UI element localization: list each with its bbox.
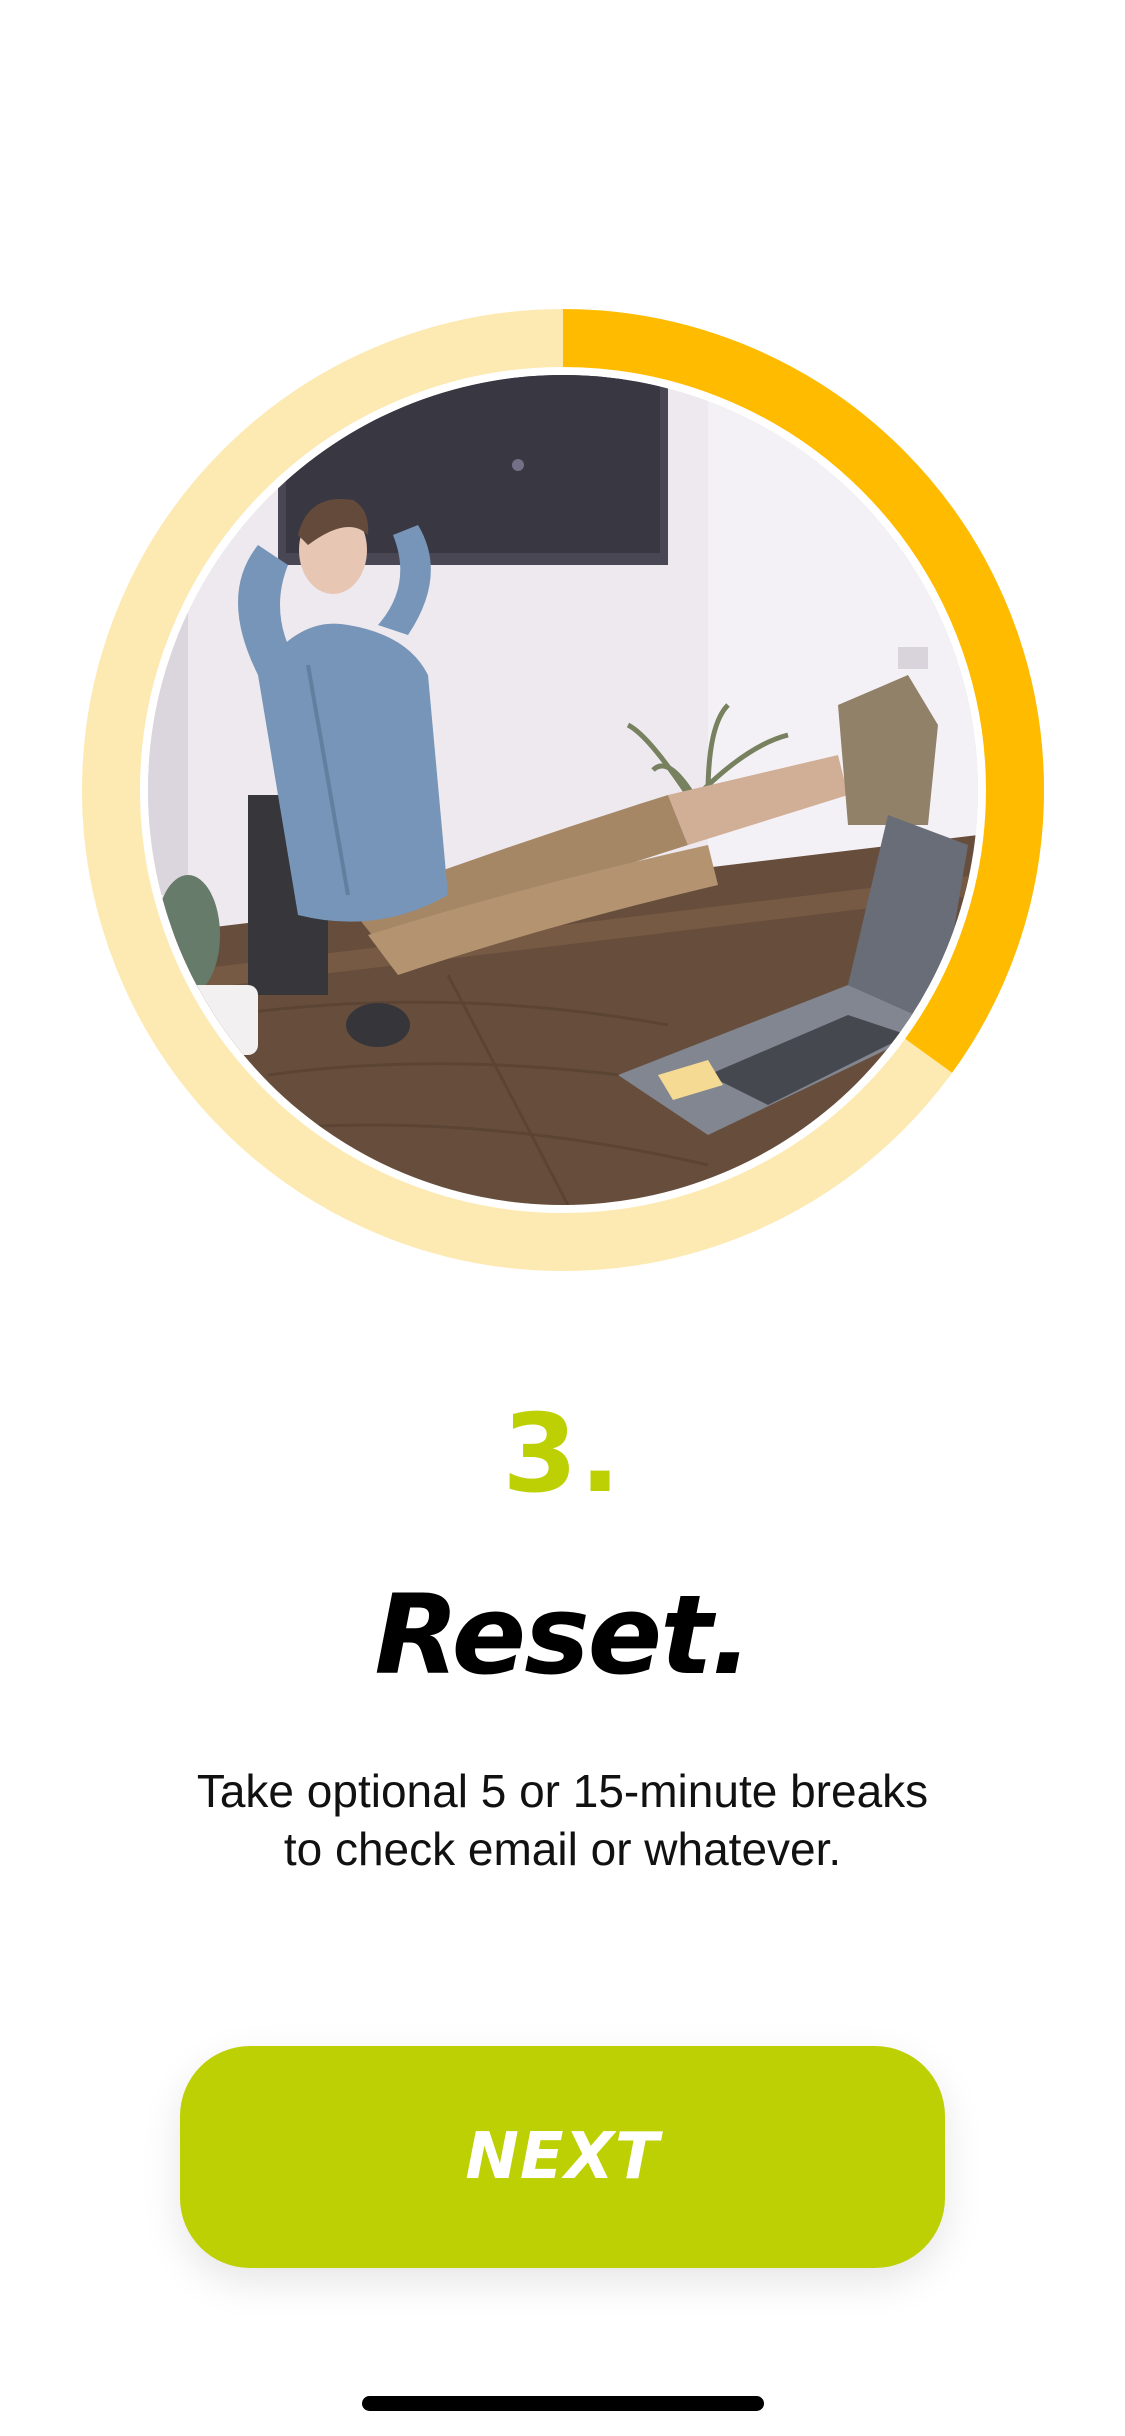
photo-illustration: [148, 375, 978, 1205]
onboarding-screen: 3. Reset. Take optional 5 or 15-minute b…: [0, 0, 1125, 2436]
step-description: Take optional 5 or 15-minute breaks to c…: [140, 1762, 985, 1878]
home-indicator[interactable]: [362, 2396, 764, 2411]
step-number: 3.: [502, 1392, 623, 1517]
step-description-line: Take optional 5 or 15-minute breaks: [196, 1765, 929, 1817]
person-relaxing-at-desk-photo: [148, 375, 978, 1205]
next-button-label: NEXT: [465, 2120, 660, 2194]
next-button[interactable]: NEXT: [180, 2046, 945, 2268]
step-description-line: to check email or whatever.: [283, 1823, 842, 1875]
timer-progress-ring: [82, 309, 1044, 1271]
step-title: Reset.: [374, 1571, 752, 1699]
